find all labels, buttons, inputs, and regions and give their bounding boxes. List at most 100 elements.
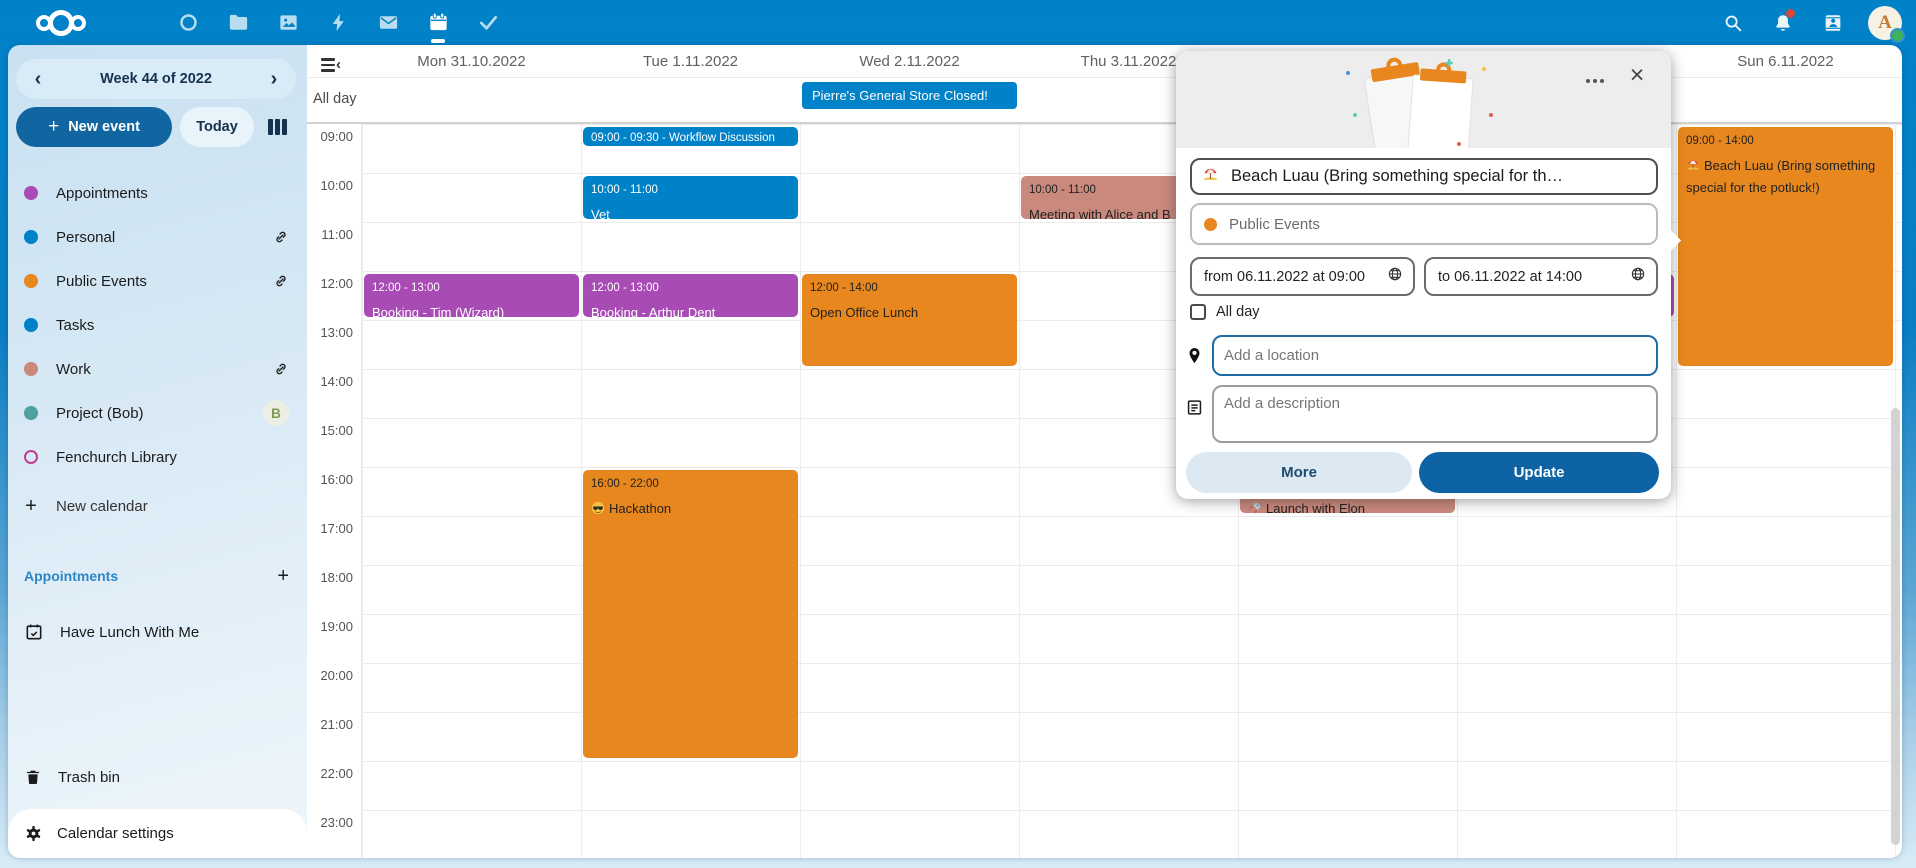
calendar-color-dot xyxy=(24,362,38,376)
calendar-icon[interactable] xyxy=(420,0,456,45)
share-link-icon[interactable] xyxy=(273,361,289,377)
calendar-color-dot xyxy=(24,186,38,200)
calendar-color-dot xyxy=(24,406,38,420)
appointments-section-header: Appointments + xyxy=(8,562,307,590)
sidebar-calendar-item[interactable]: Work xyxy=(8,347,307,391)
logo-circle xyxy=(48,10,74,36)
sidebar-calendar-item[interactable]: Project (Bob)B xyxy=(8,391,307,435)
contacts-icon[interactable] xyxy=(1818,0,1848,45)
collapse-sidebar-icon[interactable]: ‹ xyxy=(321,58,341,72)
gear-icon xyxy=(24,824,43,843)
calendar-select[interactable]: Public Events xyxy=(1190,203,1658,245)
day-header: Sun 6.11.2022 xyxy=(1676,45,1895,77)
calendar-color-dot xyxy=(24,318,38,332)
shared-user-badge: B xyxy=(263,400,289,426)
view-columns-icon[interactable] xyxy=(268,117,287,137)
next-week-button[interactable]: › xyxy=(258,63,290,95)
allday-checkbox[interactable] xyxy=(1190,304,1206,320)
allday-checkbox-label: All day xyxy=(1216,304,1260,320)
calendar-item-label: Project (Bob) xyxy=(56,405,263,422)
allday-label: All day xyxy=(313,91,357,107)
calendar-color-dot xyxy=(24,450,38,464)
calendar-event[interactable]: 09:00 - 09:30 - Workflow Discussion xyxy=(583,127,798,146)
sidebar-calendar-item[interactable]: Public Events xyxy=(8,259,307,303)
trash-bin-item[interactable]: Trash bin xyxy=(8,755,307,799)
event-time: 16:00 - 22:00 xyxy=(591,478,790,490)
event-time-title: 09:00 - 09:30 - Workflow Discussion xyxy=(591,132,790,144)
mail-icon[interactable] xyxy=(370,0,406,45)
location-input[interactable] xyxy=(1224,347,1646,364)
share-link-icon[interactable] xyxy=(273,273,289,289)
calendar-color-dot xyxy=(24,230,38,244)
nextcloud-logo[interactable] xyxy=(36,10,156,36)
event-title: Beach Luau (Bring something special for … xyxy=(1686,156,1885,198)
new-event-button[interactable]: + New event xyxy=(16,107,172,147)
avatar[interactable]: A xyxy=(1868,6,1902,40)
calendar-event[interactable]: 16:00 - 22:00Hackathon xyxy=(583,470,798,758)
event-time: 12:00 - 13:00 xyxy=(372,282,571,294)
activity-icon[interactable] xyxy=(320,0,356,45)
hour-label: 20:00 xyxy=(307,668,353,683)
event-title-input[interactable] xyxy=(1231,167,1646,186)
previous-week-button[interactable]: ‹ xyxy=(22,63,54,95)
search-icon[interactable] xyxy=(1718,0,1748,45)
description-field xyxy=(1212,385,1658,443)
sidebar-calendar-item[interactable]: Appointments xyxy=(8,171,307,215)
calendar-item-label: Tasks xyxy=(56,317,289,334)
calendar-event[interactable]: 10:00 - 11:00Vet xyxy=(583,176,798,219)
timezone-globe-icon[interactable] xyxy=(1630,266,1646,287)
update-button[interactable]: Update xyxy=(1419,452,1659,493)
new-calendar-button[interactable]: + New calendar xyxy=(8,484,307,528)
event-time: 09:00 - 14:00 xyxy=(1686,135,1885,147)
popup-buttons: More Update xyxy=(1176,452,1671,493)
calendar-settings-label: Calendar settings xyxy=(57,825,174,842)
calendar-select-value: Public Events xyxy=(1229,216,1320,233)
photos-icon[interactable] xyxy=(270,0,306,45)
allday-event[interactable]: Pierre's General Store Closed! xyxy=(802,82,1017,109)
beach-icon xyxy=(1686,158,1700,178)
more-button[interactable]: More xyxy=(1186,452,1412,493)
week-navigation: ‹ Week 44 of 2022 › xyxy=(16,59,296,99)
appointments-section-title: Appointments xyxy=(24,568,277,584)
notifications-icon[interactable] xyxy=(1768,0,1798,45)
vertical-scrollbar xyxy=(1890,45,1902,858)
files-icon[interactable] xyxy=(220,0,256,45)
calendar-event[interactable]: 12:00 - 13:00Booking - Tim (Wizard) xyxy=(364,274,579,317)
sidebar-calendar-item[interactable]: Tasks xyxy=(8,303,307,347)
hour-label: 23:00 xyxy=(307,815,353,830)
calendar-list: AppointmentsPersonal Public Events Tasks Wo… xyxy=(8,171,307,479)
avatar-letter: A xyxy=(1878,12,1892,34)
dashboard-icon[interactable] xyxy=(170,0,206,45)
calendar-settings-button[interactable]: Calendar settings xyxy=(8,809,307,858)
online-status-dot xyxy=(1890,28,1905,43)
calendar-item-label: Fenchurch Library xyxy=(56,449,289,466)
appointment-config-item[interactable]: Have Lunch With Me xyxy=(8,610,307,654)
more-actions-icon[interactable] xyxy=(1581,67,1609,95)
calendar-event[interactable]: 12:00 - 14:00Open Office Lunch xyxy=(802,274,1017,366)
description-icon xyxy=(1185,398,1204,422)
scrollbar-thumb[interactable] xyxy=(1891,408,1900,845)
start-datetime-field[interactable]: from 06.11.2022 at 09:00 xyxy=(1190,257,1415,296)
today-button[interactable]: Today xyxy=(180,107,254,147)
sidebar-calendar-item[interactable]: Personal xyxy=(8,215,307,259)
close-icon[interactable]: × xyxy=(1621,59,1653,91)
allday-checkbox-row[interactable]: All day xyxy=(1190,304,1260,320)
new-event-label: New event xyxy=(68,119,140,135)
rocket-icon xyxy=(1248,501,1262,513)
sidebar-actions: + New event Today xyxy=(16,107,300,147)
end-datetime-value: to 06.11.2022 at 14:00 xyxy=(1438,269,1630,285)
description-input[interactable] xyxy=(1224,395,1646,433)
add-appointment-config-button[interactable]: + xyxy=(277,565,289,588)
tasks-icon[interactable] xyxy=(470,0,506,45)
calendar-item-label: Work xyxy=(56,361,273,378)
calendar-event[interactable]: 09:00 - 14:00 Beach Luau (Bring something… xyxy=(1678,127,1893,366)
end-datetime-field[interactable]: to 06.11.2022 at 14:00 xyxy=(1424,257,1658,296)
active-app-indicator xyxy=(431,39,445,43)
share-link-icon[interactable] xyxy=(273,229,289,245)
timezone-globe-icon[interactable] xyxy=(1387,266,1403,287)
calendar-item-label: Public Events xyxy=(56,273,273,290)
hour-label: 22:00 xyxy=(307,766,353,781)
hour-label: 15:00 xyxy=(307,423,353,438)
calendar-event[interactable]: 12:00 - 13:00Booking - Arthur Dent xyxy=(583,274,798,317)
sidebar-calendar-item[interactable]: Fenchurch Library xyxy=(8,435,307,479)
